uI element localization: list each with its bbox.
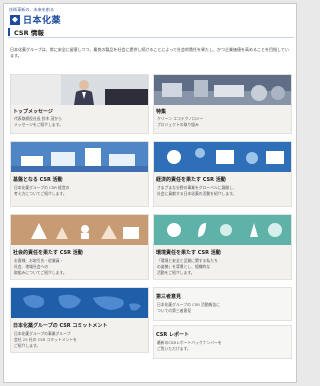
site-header: 技術革新の、未来を創る 日本化薬 CSR 情報 [4,4,296,40]
page: 技術革新の、未来を創る 日本化薬 CSR 情報 日本化薬グループは、常に安全に留… [3,3,297,383]
card-title: 第三者意見 [156,294,182,300]
card-desc: 日本化薬グループの事業グループ 会社 25 社の CSR コミットメントを ご紹… [14,331,77,348]
card-desc: クリーン エコテクノロジー プロジェクトの取り組み [157,116,204,127]
card-desc: 日本化薬グループの CSR 活動報告に ついての第三者意見 [157,302,221,313]
card-desc: 最新のCSRレポートバックナンバーを ご覧いただけます。 [157,340,222,351]
card-title: 日本化薬グループの CSR コミットメント [13,323,108,329]
ceo-photo [11,75,148,105]
card-title: 基盤となる CSR 活動 [13,177,63,183]
intro-text: 日本化薬グループは、常に安全に留意しつつ、最良の製品を社会に提供し続けることによ… [10,47,289,58]
logo-text: 日本化薬 [23,16,62,26]
card-csr-commitment[interactable]: 日本化薬グループの CSR コミットメント 日本化薬グループの事業グループ 会社… [10,287,149,353]
card-title: CSR レポート [156,332,189,338]
card-third-party-opinion[interactable]: 第三者意見 日本化薬グループの CSR 活動報告に ついての第三者意見 [153,287,292,321]
logo-mark-icon [10,14,20,25]
company-logo[interactable]: 日本化薬 [10,13,61,26]
card-desc: さまざまな分野の事業をグローバルに展開し、 社会に貢献する日本化薬の活動を紹介し… [157,185,237,196]
environment-illustration [154,215,291,245]
social-illustration [11,215,148,245]
factory-photo [154,75,291,105]
card-title: 特集 [156,109,167,115]
card-title: 社会的責任を果たす CSR 活動 [13,250,83,256]
page-title-bar: CSR 情報 [8,27,294,38]
card-title: 環境責任を果たす CSR 活動 [156,250,221,256]
card-feature[interactable]: 特集 クリーン エコテクノロジー プロジェクトの取り組み [153,74,292,134]
card-foundation-csr[interactable]: 基盤となる CSR 活動 日本化薬グループの CSR 経営の 考え方についてご紹… [10,141,149,207]
card-top-message[interactable]: トップメッセージ 代表取締役社長 鈴木 茂から メッセージをご紹介します。 [10,74,149,134]
card-desc: 日本化薬グループの CSR 経営の 考え方についてご紹介します。 [14,185,70,196]
card-title: 経済的責任を果たす CSR 活動 [156,177,226,183]
card-desc: 「環境と安全と品質に関する私たち の姿勢」を背景とし、組織的な 活動をご紹介しま… [157,258,218,275]
card-csr-report[interactable]: CSR レポート 最新のCSRレポートバックナンバーを ご覧いただけます。 [153,325,292,359]
page-title: CSR 情報 [14,29,44,37]
card-economic-csr[interactable]: 経済的責任を果たす CSR 活動 さまざまな分野の事業をグローバルに展開し、 社… [153,141,292,207]
card-desc: 代表取締役社長 鈴木 茂から メッセージをご紹介します。 [14,116,63,127]
world-map-illustration [11,288,148,318]
card-social-csr[interactable]: 社会的責任を果たす CSR 活動 お客様、お取引先・従業員・ 社会、地域社会への… [10,214,149,280]
foundation-illustration [11,142,148,172]
economic-illustration [154,142,291,172]
card-title: トップメッセージ [13,109,53,115]
card-environment-csr[interactable]: 環境責任を果たす CSR 活動 「環境と安全と品質に関する私たち の姿勢」を背景… [153,214,292,280]
card-desc: お客様、お取引先・従業員・ 社会、地域社会への 取組みについてご紹介します。 [14,258,67,275]
title-accent [8,28,10,36]
